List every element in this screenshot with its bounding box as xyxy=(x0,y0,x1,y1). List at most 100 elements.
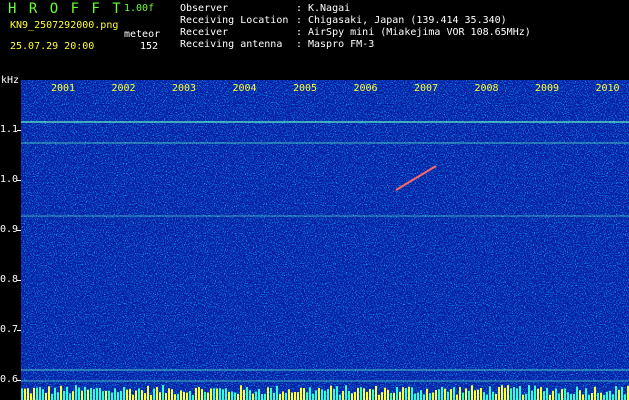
signal-bar xyxy=(291,392,293,400)
meta-separator: : xyxy=(296,39,303,50)
signal-bar xyxy=(24,388,26,400)
y-tick-label: 0.6 xyxy=(0,374,19,385)
x-tick-label: 2001 xyxy=(51,83,75,94)
signal-bar xyxy=(438,389,440,400)
signal-bar xyxy=(258,388,260,400)
signal-bar xyxy=(561,389,563,400)
signal-bar xyxy=(375,385,377,400)
signal-bar xyxy=(522,394,524,400)
observer-key: Observer xyxy=(180,3,229,14)
signal-bar xyxy=(393,392,395,400)
signal-bar xyxy=(453,387,455,400)
mode-label: meteor xyxy=(124,29,161,40)
signal-bar xyxy=(108,390,110,400)
signal-bar xyxy=(36,387,38,400)
signal-bar xyxy=(474,390,476,400)
signal-bar xyxy=(69,393,71,400)
signal-bar xyxy=(246,386,248,400)
signal-bar xyxy=(177,394,179,400)
x-tick-label: 2008 xyxy=(475,83,499,94)
signal-bar xyxy=(606,391,608,400)
signal-bar xyxy=(402,387,404,400)
signal-bar xyxy=(579,390,581,400)
signal-bar xyxy=(423,394,425,400)
signal-bar xyxy=(171,389,173,400)
signal-bar xyxy=(537,388,539,400)
signal-bar xyxy=(87,389,89,400)
signal-bar xyxy=(600,392,602,400)
header: H R O F F T 1.00f KN9_2507292000.png met… xyxy=(0,0,629,86)
signal-bar xyxy=(429,393,431,400)
signal-bar xyxy=(477,389,479,400)
x-tick-label: 2007 xyxy=(414,83,438,94)
x-tick-label: 2003 xyxy=(172,83,196,94)
signal-bar xyxy=(471,385,473,400)
signal-bar xyxy=(468,390,470,400)
signal-bar xyxy=(426,388,428,400)
signal-bar xyxy=(198,387,200,400)
signal-bar xyxy=(594,386,596,400)
signal-bar xyxy=(114,388,116,400)
signal-bar xyxy=(621,386,623,400)
signal-bar xyxy=(378,394,380,400)
signal-bar xyxy=(78,387,80,400)
signal-bar xyxy=(33,387,35,400)
signal-bar xyxy=(567,392,569,400)
signal-bar xyxy=(288,389,290,400)
signal-bar xyxy=(174,394,176,400)
signal-bar xyxy=(306,392,308,400)
signal-bar xyxy=(318,388,320,400)
signal-bar xyxy=(144,392,146,400)
signal-bar xyxy=(519,385,521,400)
signal-bar xyxy=(462,392,464,400)
noise-texture xyxy=(21,80,629,400)
signal-bar xyxy=(399,391,401,400)
signal-bar xyxy=(414,393,416,400)
signal-bar xyxy=(261,394,263,400)
signal-bar xyxy=(264,393,266,400)
signal-bar xyxy=(189,390,191,400)
signal-bar xyxy=(420,390,422,400)
signal-bar xyxy=(126,389,128,400)
signal-bar xyxy=(570,394,572,400)
spectrogram-canvas: 2001 2002 2003 2004 2005 2006 2007 2008 2009 2010 xyxy=(21,80,629,400)
x-tick-label: 2005 xyxy=(293,83,317,94)
signal-bar xyxy=(363,388,365,400)
signal-bar xyxy=(576,386,578,400)
signal-bar xyxy=(186,392,188,400)
signal-bar xyxy=(228,391,230,400)
x-tick-label: 2009 xyxy=(535,83,559,94)
signal-bar xyxy=(60,385,62,400)
signal-bar xyxy=(165,393,167,400)
y-tick-label: 1.1 xyxy=(0,124,19,135)
signal-bar xyxy=(330,385,332,400)
signal-bar xyxy=(615,386,617,400)
signal-bar xyxy=(30,393,32,400)
signal-bar xyxy=(63,390,65,400)
signal-bar xyxy=(489,386,491,400)
signal-bar xyxy=(219,388,221,400)
spectrogram[interactable]: 2001 2002 2003 2004 2005 2006 2007 2008 2009 2010 xyxy=(21,80,629,400)
signal-bar xyxy=(513,387,515,400)
signal-bar xyxy=(102,391,104,400)
signal-bar xyxy=(153,388,155,400)
signal-bar xyxy=(222,389,224,400)
signal-bar xyxy=(120,390,122,400)
signal-bar xyxy=(66,386,68,400)
signal-bar xyxy=(444,388,446,400)
signal-bar xyxy=(123,386,125,400)
signal-bar xyxy=(612,394,614,400)
antenna-value: Maspro FM-3 xyxy=(308,39,375,50)
meta-separator: : xyxy=(296,15,303,26)
signal-bar xyxy=(159,392,161,400)
signal-bar xyxy=(585,388,587,400)
observer-value: K.Nagai xyxy=(308,3,351,14)
meta-separator: : xyxy=(296,3,303,14)
signal-bar xyxy=(72,391,74,400)
signal-bar xyxy=(315,390,317,400)
signal-bar xyxy=(57,392,59,400)
y-axis-unit: kHz xyxy=(1,75,20,86)
signal-bar xyxy=(360,387,362,400)
signal-bar xyxy=(303,388,305,400)
signal-bar xyxy=(486,394,488,400)
